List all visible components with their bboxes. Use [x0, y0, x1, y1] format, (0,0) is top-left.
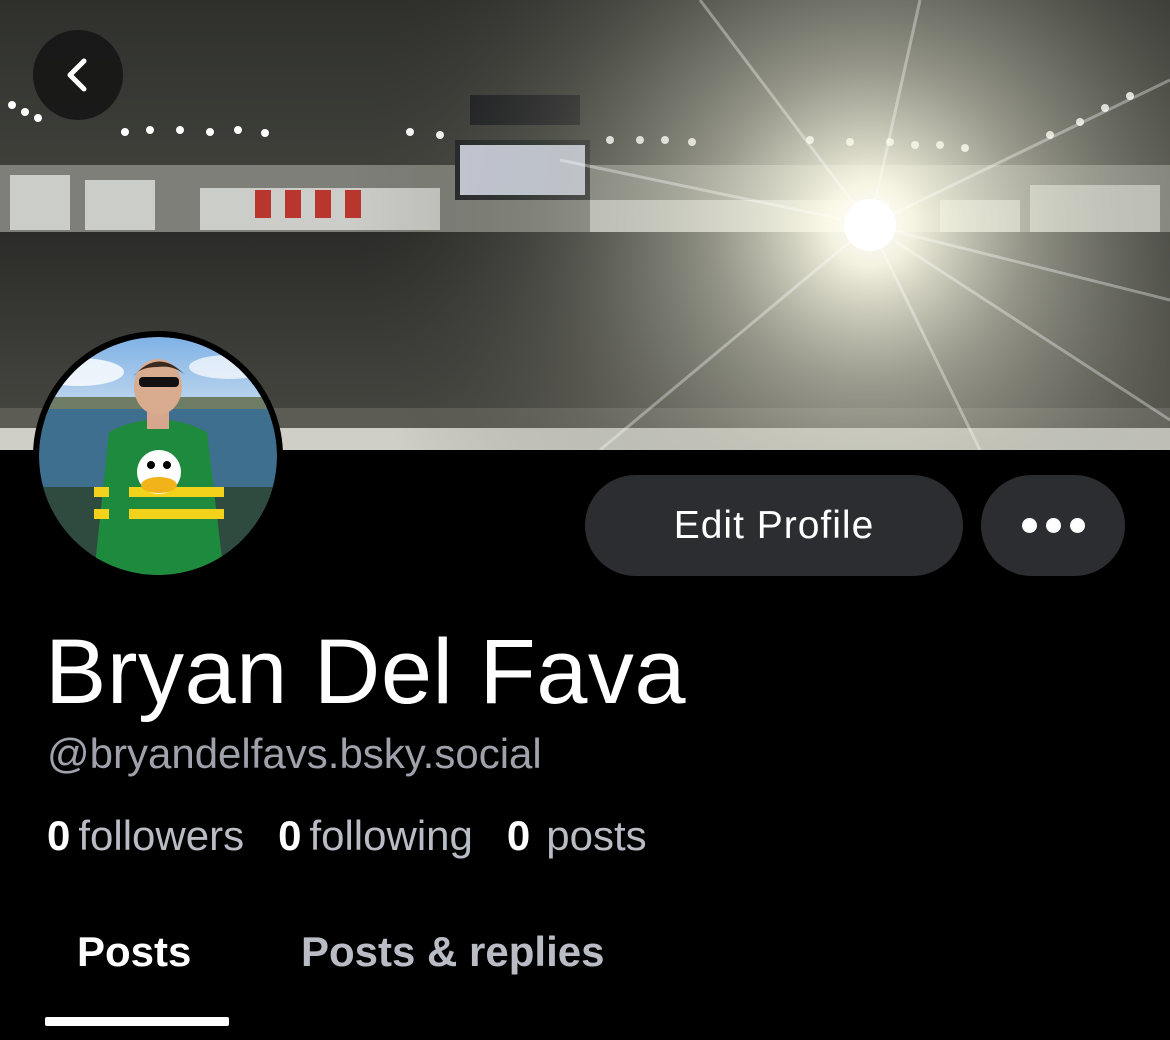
- edit-profile-button[interactable]: Edit Profile: [585, 475, 963, 576]
- tab-posts-and-replies[interactable]: Posts & replies: [301, 928, 604, 976]
- followers-label: followers: [78, 812, 245, 859]
- following-count: 0: [278, 812, 302, 859]
- chevron-left-icon: [67, 58, 87, 92]
- ellipsis-icon: [1045, 518, 1061, 533]
- posts-stat: 0 posts: [507, 812, 647, 860]
- followers-stat[interactable]: 0 followers: [47, 812, 244, 860]
- avatar-photo: [39, 337, 277, 575]
- profile-handle: @bryandelfavs.bsky.social: [47, 730, 542, 777]
- ellipsis-icon: [1021, 518, 1037, 533]
- tab-posts[interactable]: Posts: [77, 928, 191, 976]
- ellipsis-icon: [1069, 518, 1085, 533]
- following-stat[interactable]: 0 following: [278, 812, 473, 860]
- more-options-button[interactable]: [981, 475, 1125, 576]
- profile-screen: Edit Profile Bryan Del Fava @bryandelfav…: [0, 0, 1170, 1040]
- posts-label: posts: [546, 812, 647, 859]
- active-tab-indicator: [45, 1017, 229, 1026]
- following-label: following: [309, 812, 473, 859]
- avatar[interactable]: [33, 331, 283, 581]
- posts-count: 0: [506, 812, 531, 859]
- followers-count: 0: [47, 812, 71, 859]
- profile-stats: 0 followers 0 following 0 posts: [47, 812, 681, 860]
- back-button[interactable]: [33, 30, 123, 120]
- display-name: Bryan Del Fava: [45, 621, 687, 723]
